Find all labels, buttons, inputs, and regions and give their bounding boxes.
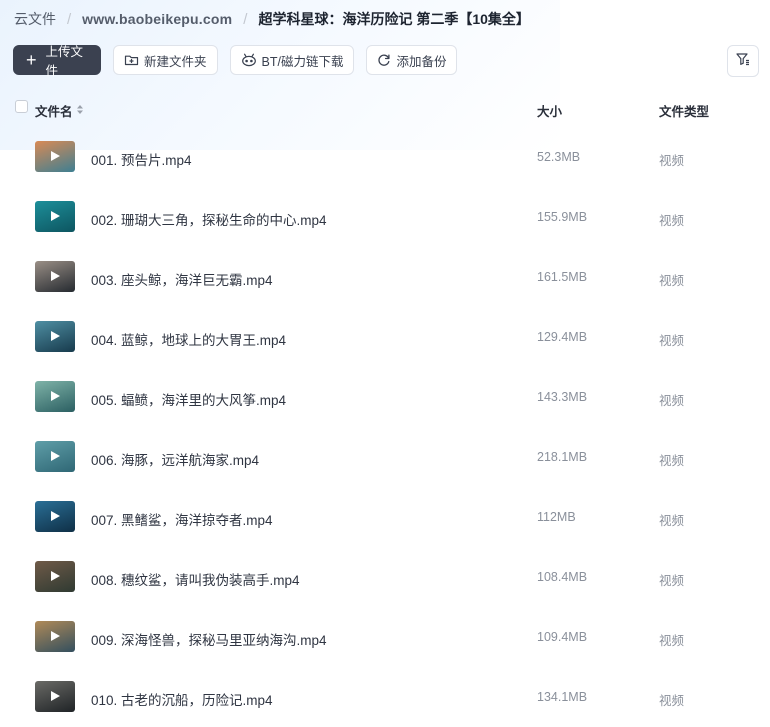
play-icon (51, 571, 60, 581)
column-header-name[interactable]: 文件名 (35, 101, 84, 120)
play-icon (51, 151, 60, 161)
video-thumbnail (35, 561, 75, 592)
file-name[interactable]: 006. 海豚，远洋航海家.mp4 (91, 449, 259, 469)
file-name[interactable]: 010. 古老的沉船，历险记.mp4 (91, 689, 273, 709)
bt-download-button[interactable]: BT/磁力链下载 (229, 45, 355, 75)
add-backup-label: 添加备份 (396, 54, 447, 69)
breadcrumb-separator: / (67, 10, 72, 28)
play-icon (51, 211, 60, 221)
file-type: 视频 (659, 334, 685, 348)
video-thumbnail (35, 141, 75, 172)
play-icon (51, 511, 60, 521)
new-folder-label: 新建文件夹 (144, 54, 207, 69)
file-row[interactable]: 007. 黑鳍鲨，海洋掠夺者.mp4 112MB 视频 (0, 487, 770, 547)
file-name[interactable]: 003. 座头鲸，海洋巨无霸.mp4 (91, 269, 273, 289)
toolbar: + 上传文件 新建文件夹 BT/磁力链下载 添加备份 (13, 45, 458, 78)
file-name[interactable]: 008. 穗纹鲨，请叫我伪装高手.mp4 (91, 569, 300, 589)
breadcrumb-root[interactable]: 云文件 (14, 9, 56, 29)
breadcrumb: 云文件 / www.baobeikepu.com / 超学科星球：海洋历险记 第… (14, 9, 530, 29)
file-size: 52.3MB (537, 150, 581, 164)
file-row[interactable]: 006. 海豚，远洋航海家.mp4 218.1MB 视频 (0, 427, 770, 487)
select-all-checkbox[interactable] (15, 100, 28, 113)
file-row[interactable]: 003. 座头鲸，海洋巨无霸.mp4 161.5MB 视频 (0, 247, 770, 307)
refresh-icon (377, 53, 391, 67)
file-size: 109.4MB (537, 630, 588, 644)
breadcrumb-site[interactable]: www.baobeikepu.com (82, 11, 232, 27)
breadcrumb-current: 超学科星球：海洋历险记 第二季【10集全】 (258, 11, 530, 27)
file-size: 134.1MB (537, 690, 588, 704)
file-size: 218.1MB (537, 450, 588, 464)
file-type: 视频 (659, 274, 685, 288)
column-name-label: 文件名 (35, 105, 73, 119)
file-row[interactable]: 005. 蝠鲼，海洋里的大风筝.mp4 143.3MB 视频 (0, 367, 770, 427)
file-row[interactable]: 001. 预告片.mp4 52.3MB 视频 (0, 127, 770, 187)
file-name[interactable]: 001. 预告片.mp4 (91, 149, 192, 169)
file-type: 视频 (659, 694, 685, 708)
video-thumbnail (35, 501, 75, 532)
play-icon (51, 271, 60, 281)
breadcrumb-separator: / (243, 10, 248, 28)
file-type: 视频 (659, 214, 685, 228)
file-name[interactable]: 002. 珊瑚大三角，探秘生命的中心.mp4 (91, 209, 327, 229)
file-size: 161.5MB (537, 270, 588, 284)
file-row[interactable]: 008. 穗纹鲨，请叫我伪装高手.mp4 108.4MB 视频 (0, 547, 770, 607)
video-thumbnail (35, 321, 75, 352)
file-name[interactable]: 009. 深海怪兽，探秘马里亚纳海沟.mp4 (91, 629, 327, 649)
folder-add-icon (124, 53, 139, 67)
play-icon (51, 451, 60, 461)
video-thumbnail (35, 681, 75, 712)
file-name[interactable]: 007. 黑鳍鲨，海洋掠夺者.mp4 (91, 509, 273, 529)
video-thumbnail (35, 381, 75, 412)
bt-download-label: BT/磁力链下载 (261, 54, 344, 69)
play-icon (51, 391, 60, 401)
video-thumbnail (35, 261, 75, 292)
upload-button-label: 上传文件 (45, 45, 84, 78)
filter-icon (735, 51, 751, 72)
file-row[interactable]: 010. 古老的沉船，历险记.mp4 134.1MB 视频 (0, 667, 770, 727)
column-header-size: 大小 (537, 105, 563, 119)
filter-button[interactable] (727, 45, 759, 77)
file-type: 视频 (659, 154, 685, 168)
file-type: 视频 (659, 514, 685, 528)
file-type: 视频 (659, 454, 685, 468)
sort-icon[interactable] (76, 104, 84, 118)
magnet-icon (241, 53, 257, 67)
add-backup-button[interactable]: 添加备份 (366, 45, 458, 75)
file-size: 129.4MB (537, 330, 588, 344)
video-thumbnail (35, 621, 75, 652)
file-type: 视频 (659, 634, 685, 648)
play-icon (51, 331, 60, 341)
table-header: 文件名 大小 文件类型 (0, 98, 770, 120)
play-icon (51, 691, 60, 701)
file-list: 001. 预告片.mp4 52.3MB 视频 002. 珊瑚大三角，探秘生命的中… (0, 127, 770, 727)
play-icon (51, 631, 60, 641)
file-size: 108.4MB (537, 570, 588, 584)
file-type: 视频 (659, 394, 685, 408)
file-row[interactable]: 004. 蓝鲸，地球上的大胃王.mp4 129.4MB 视频 (0, 307, 770, 367)
column-header-type: 文件类型 (659, 105, 710, 119)
file-name[interactable]: 005. 蝠鲼，海洋里的大风筝.mp4 (91, 389, 286, 409)
upload-button[interactable]: + 上传文件 (13, 45, 101, 78)
file-name[interactable]: 004. 蓝鲸，地球上的大胃王.mp4 (91, 329, 286, 349)
file-type: 视频 (659, 574, 685, 588)
plus-icon: + (26, 50, 37, 70)
new-folder-button[interactable]: 新建文件夹 (113, 45, 218, 75)
file-size: 112MB (537, 510, 576, 524)
video-thumbnail (35, 441, 75, 472)
file-row[interactable]: 009. 深海怪兽，探秘马里亚纳海沟.mp4 109.4MB 视频 (0, 607, 770, 667)
video-thumbnail (35, 201, 75, 232)
file-size: 155.9MB (537, 210, 588, 224)
file-size: 143.3MB (537, 390, 588, 404)
file-row[interactable]: 002. 珊瑚大三角，探秘生命的中心.mp4 155.9MB 视频 (0, 187, 770, 247)
